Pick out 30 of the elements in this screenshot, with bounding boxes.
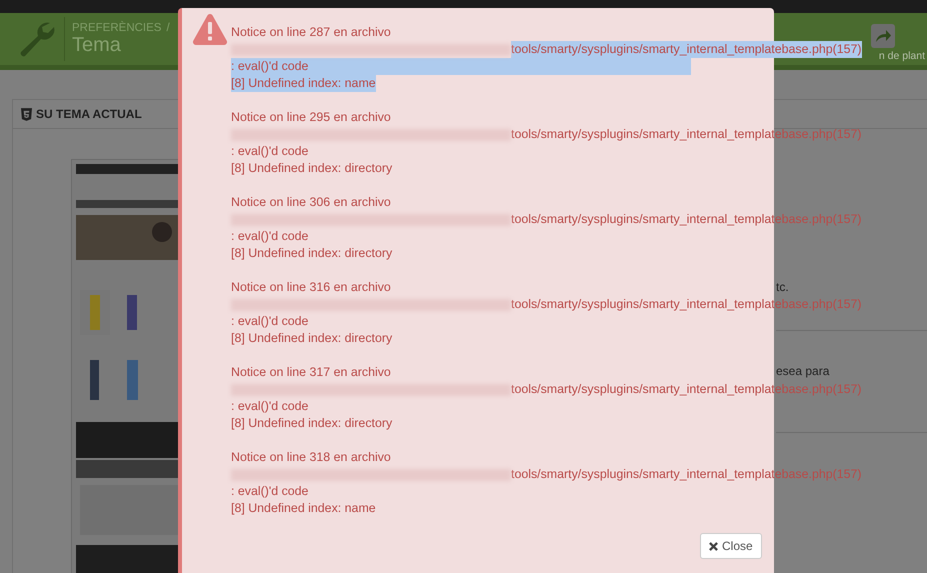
option-text: esea para: [776, 364, 830, 378]
page-title: Tema: [72, 34, 122, 56]
export-label[interactable]: n de plant: [878, 50, 925, 62]
notice-message: [8] Undefined index: directory: [231, 330, 392, 347]
close-icon: [709, 542, 718, 550]
breadcrumb-item[interactable]: /: [166, 22, 170, 34]
notice-message: [8] Undefined index: directory: [231, 245, 392, 262]
warning-icon: [192, 13, 228, 45]
notice-title: Notice on line 316 en archivo: [231, 279, 391, 296]
notice-context: : eval()'d code: [231, 58, 692, 75]
panel-heading: SU TEMA ACTUAL: [36, 107, 142, 121]
html5-icon: [21, 108, 32, 120]
notice-title: Notice on line 318 en archivo: [231, 449, 391, 466]
notice-title: Notice on line 306 en archivo: [231, 194, 391, 211]
close-button[interactable]: Close: [700, 533, 762, 559]
breadcrumb-item[interactable]: PREFERÈNCIES: [72, 22, 162, 34]
notice-context: : eval()'d code: [231, 313, 308, 330]
notice-context: : eval()'d code: [231, 483, 308, 500]
notice-message: [8] Undefined index: directory: [231, 160, 392, 177]
notice-context: : eval()'d code: [231, 228, 308, 245]
notice-context: : eval()'d code: [231, 143, 308, 160]
notice-title: Notice on line 287 en archivo: [231, 24, 391, 41]
notice-context: : eval()'d code: [231, 398, 308, 415]
notice-message: [8] Undefined index: name: [231, 500, 376, 517]
notice-message: [8] Undefined index: name: [231, 75, 376, 92]
file-path: tools/smarty/sysplugins/smarty_internal_templatebase.php(157): [511, 41, 862, 58]
notice-message: [8] Undefined index: directory: [231, 415, 392, 432]
notice-title: Notice on line 317 en archivo: [231, 364, 391, 381]
notice-title: Notice on line 295 en archivo: [231, 109, 391, 126]
option-text: tc.: [776, 280, 789, 294]
